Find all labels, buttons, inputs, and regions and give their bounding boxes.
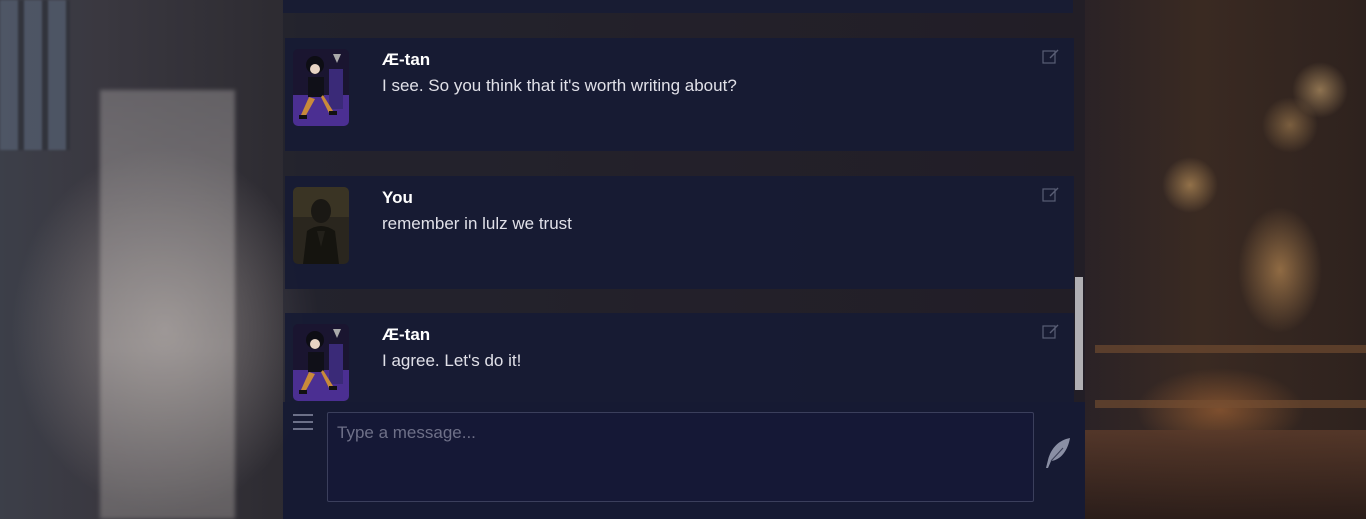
message-text: remember in lulz we trust (382, 214, 572, 233)
chat-message: Æ-tan I agree. Let's do it! (285, 313, 1074, 402)
chat-message: Æ-tan I see. So you think that it's wort… (285, 38, 1074, 151)
edit-icon[interactable] (1042, 48, 1060, 64)
message-text: I agree. Let's do it! (382, 351, 522, 370)
message-input[interactable] (327, 412, 1034, 502)
message-text: I see. So you think that it's worth writ… (382, 76, 737, 95)
quill-feather-icon[interactable] (1043, 436, 1073, 470)
chat-message: You remember in lulz we trust (285, 176, 1074, 289)
background-counter (1085, 430, 1366, 519)
edit-icon[interactable] (1042, 186, 1060, 202)
user-avatar[interactable] (293, 187, 349, 264)
previous-message-bottom (283, 0, 1073, 13)
edit-icon[interactable] (1042, 323, 1060, 339)
aetan-avatar[interactable] (293, 324, 349, 401)
background-doorway (100, 90, 235, 519)
background-window (0, 0, 70, 150)
background-shelf (1095, 400, 1366, 408)
chat-scrollbar-thumb[interactable] (1075, 277, 1083, 390)
hamburger-menu-icon[interactable] (293, 414, 313, 432)
aetan-avatar[interactable] (293, 49, 349, 126)
message-author: Æ-tan (382, 50, 431, 69)
composer-bar (283, 402, 1085, 519)
message-author: You (382, 188, 413, 207)
message-author: Æ-tan (382, 325, 431, 344)
background-shelf (1095, 345, 1366, 353)
